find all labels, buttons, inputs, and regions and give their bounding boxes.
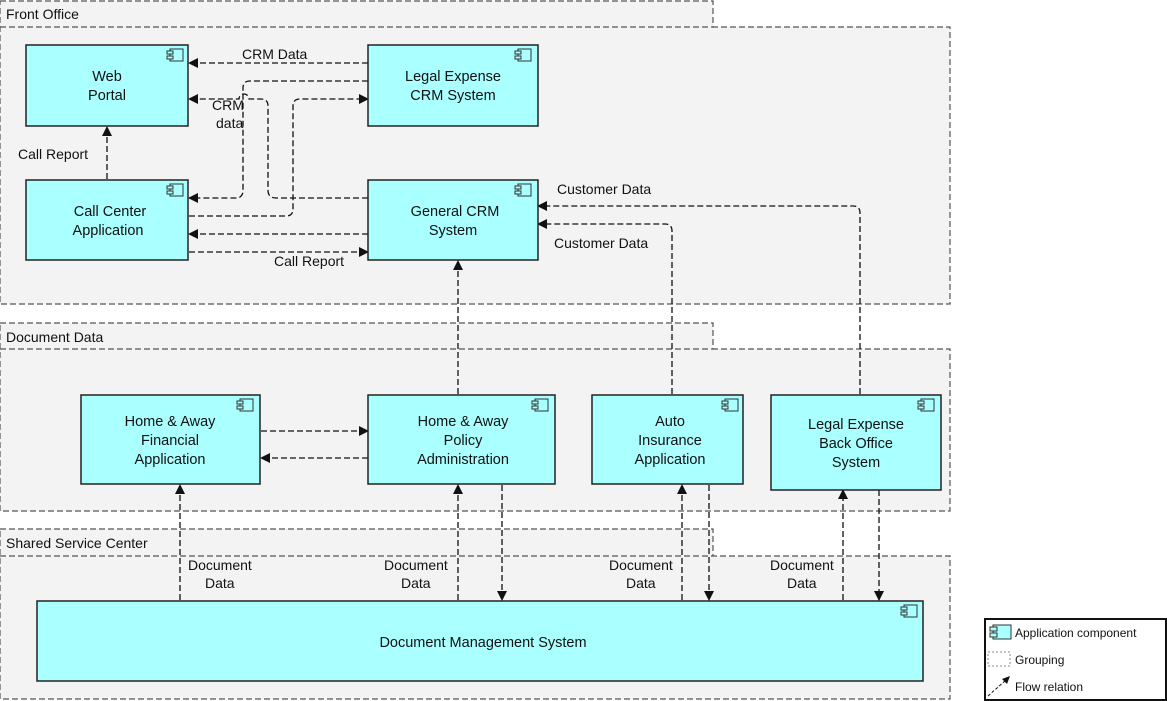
component-label: Home & Away [125, 414, 217, 430]
component-ha-financial[interactable]: Home & Away Financial Application [80, 394, 261, 485]
flow-label-document-data: Data [626, 575, 656, 591]
flow-label-document-data: Document [609, 557, 673, 573]
component-label: Financial [141, 433, 199, 449]
legend-item: Grouping [987, 651, 1064, 667]
flow-label-call-report: Call Report [274, 253, 344, 269]
component-label: Portal [88, 88, 126, 104]
group-label: Front Office [6, 6, 79, 22]
component-legal-expense-back-office[interactable]: Legal Expense Back Office System [770, 394, 942, 491]
application-component-icon [989, 624, 1012, 640]
flow-label-document-data: Document [384, 557, 448, 573]
component-label: General CRM [411, 204, 500, 220]
component-label: Web [92, 69, 122, 85]
component-legal-expense-crm[interactable]: Legal Expense CRM System [367, 44, 539, 127]
flow-label-crm-data: CRM Data [242, 46, 308, 62]
flow-label-document-data: Data [787, 575, 817, 591]
component-label: Legal Expense [405, 69, 501, 85]
component-label: Application [73, 223, 144, 239]
flow-label-call-report: Call Report [18, 146, 88, 162]
component-label: Auto [655, 414, 685, 430]
component-document-management-system[interactable]: Document Management System [36, 600, 924, 682]
flow-label-document-data: Document [188, 557, 252, 573]
component-ha-policy[interactable]: Home & Away Policy Administration [367, 394, 556, 485]
legend-label: Flow relation [1015, 680, 1083, 694]
component-label: Administration [417, 452, 509, 468]
flow-label-customer-data: Customer Data [554, 235, 648, 251]
component-label: Home & Away [418, 414, 510, 430]
flow-label-document-data: Document [770, 557, 834, 573]
component-label: Back Office [819, 436, 893, 452]
grouping-icon [987, 651, 1011, 667]
component-label: Legal Expense [808, 417, 904, 433]
group-label: Shared Service Center [6, 535, 148, 551]
flow-label-crm-data-lower: data [216, 115, 243, 131]
component-label: Policy [444, 433, 483, 449]
component-call-center[interactable]: Call Center Application [25, 179, 189, 261]
component-web-portal[interactable]: Web Portal [25, 44, 189, 127]
flow-label-customer-data: Customer Data [557, 181, 651, 197]
legend: Application component Grouping Flow rela… [984, 618, 1167, 701]
component-label: CRM System [410, 88, 495, 104]
component-label: Document Management System [379, 635, 586, 651]
component-label: System [832, 455, 880, 471]
legend-label: Application component [1015, 626, 1137, 640]
component-general-crm[interactable]: General CRM System [367, 179, 539, 261]
component-label: Call Center [74, 204, 147, 220]
component-label: Insurance [638, 433, 702, 449]
flow-label-crm-data-lower: CRM [212, 97, 244, 113]
legend-label: Grouping [1015, 653, 1064, 667]
flow-label-document-data: Data [401, 575, 431, 591]
component-auto-insurance[interactable]: Auto Insurance Application [591, 394, 744, 485]
component-label: Application [135, 452, 206, 468]
group-label: Document Data [6, 329, 103, 345]
component-label: System [429, 223, 477, 239]
flow-label-document-data: Data [205, 575, 235, 591]
component-label: Application [635, 452, 706, 468]
archimate-diagram: Front Office Document Data Shared Servic… [0, 0, 1167, 701]
